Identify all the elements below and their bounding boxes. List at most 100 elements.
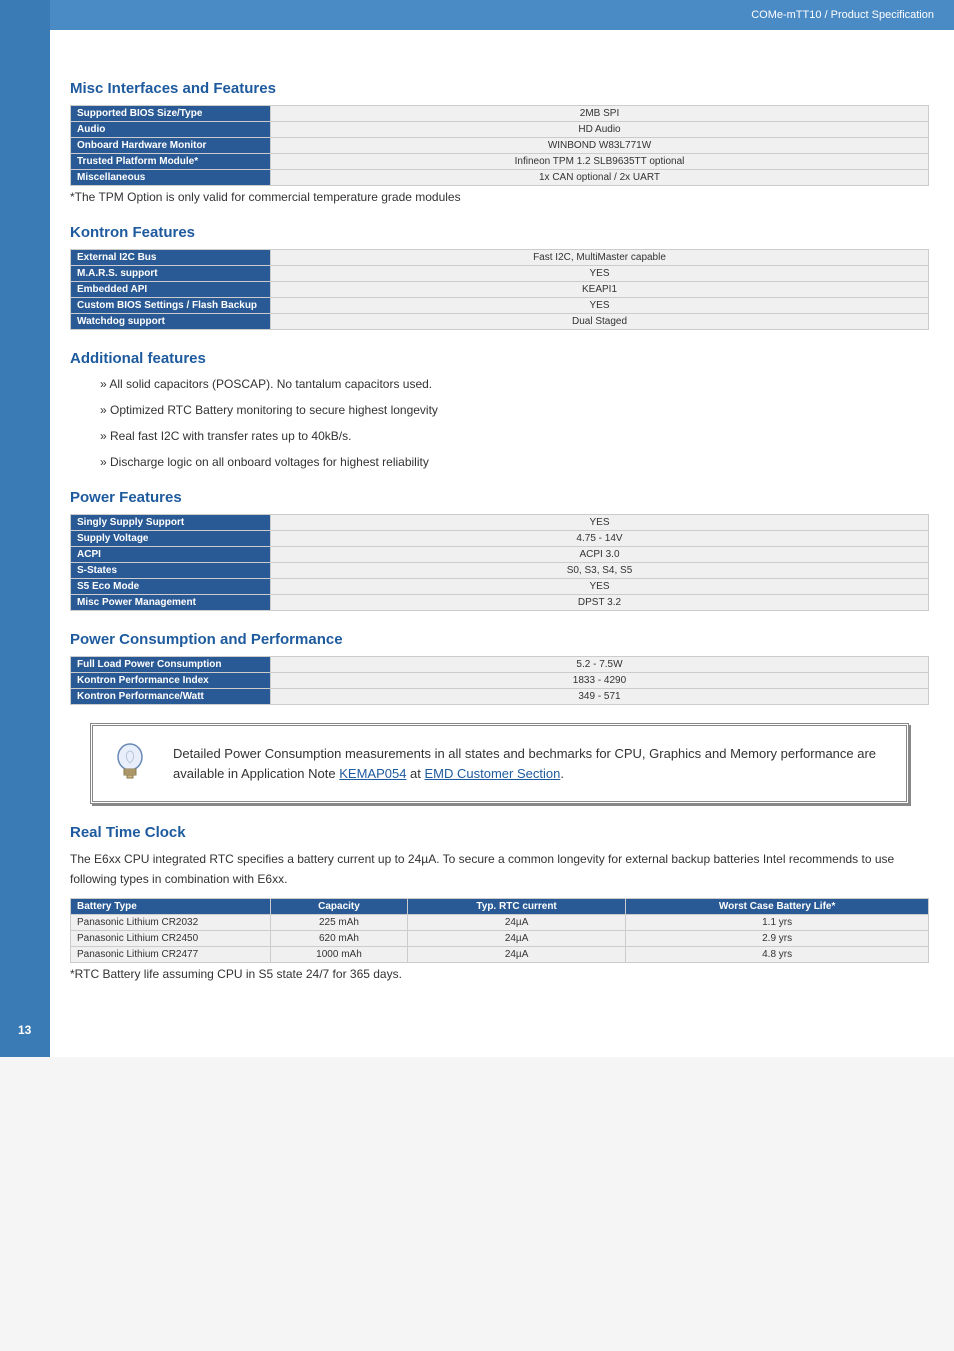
row-value: S0, S3, S4, S5 (271, 563, 929, 579)
cell: 1000 mAh (271, 946, 408, 962)
row-label: Supply Voltage (71, 531, 271, 547)
table-row: ACPIACPI 3.0 (71, 547, 929, 563)
cell: Panasonic Lithium CR2032 (71, 914, 271, 930)
row-value: ACPI 3.0 (271, 547, 929, 563)
cell: 24µA (407, 914, 625, 930)
cell: 1.1 yrs (626, 914, 929, 930)
row-label: Miscellaneous (71, 170, 271, 186)
header-bar: COMe-mTT10 / Product Specification (0, 0, 954, 30)
list-item: » All solid capacitors (POSCAP). No tant… (100, 377, 929, 391)
note-misc: *The TPM Option is only valid for commer… (70, 190, 929, 204)
page-number: 13 (18, 1023, 31, 1037)
table-row: AudioHD Audio (71, 122, 929, 138)
table-row: Onboard Hardware MonitorWINBOND W83L771W (71, 138, 929, 154)
row-label: S5 Eco Mode (71, 579, 271, 595)
row-value: HD Audio (271, 122, 929, 138)
table-consumption: Full Load Power Consumption5.2 - 7.5W Ko… (70, 656, 929, 705)
row-label: S-States (71, 563, 271, 579)
info-box: Detailed Power Consumption measurements … (90, 723, 909, 804)
row-value: Fast I2C, MultiMaster capable (271, 250, 929, 266)
content: Misc Interfaces and Features Supported B… (70, 30, 929, 1057)
table-row: External I2C BusFast I2C, MultiMaster ca… (71, 250, 929, 266)
row-label: Singly Supply Support (71, 515, 271, 531)
table-row: Singly Supply SupportYES (71, 515, 929, 531)
cell: 24µA (407, 946, 625, 962)
link-emd-customer[interactable]: EMD Customer Section (425, 766, 561, 781)
row-label: Misc Power Management (71, 595, 271, 611)
info-text-post: . (560, 766, 564, 781)
table-row: Miscellaneous1x CAN optional / 2x UART (71, 170, 929, 186)
row-label: Trusted Platform Module* (71, 154, 271, 170)
cell: 225 mAh (271, 914, 408, 930)
row-value: YES (271, 298, 929, 314)
table-row: Custom BIOS Settings / Flash BackupYES (71, 298, 929, 314)
header-title: COMe-mTT10 / Product Specification (751, 9, 934, 21)
table-row: Embedded APIKEAPI1 (71, 282, 929, 298)
heading-power: Power Features (70, 489, 929, 506)
row-label: Kontron Performance Index (71, 673, 271, 689)
heading-misc: Misc Interfaces and Features (70, 80, 929, 97)
table-kontron: External I2C BusFast I2C, MultiMaster ca… (70, 249, 929, 330)
row-value: YES (271, 579, 929, 595)
table-row: S5 Eco ModeYES (71, 579, 929, 595)
row-value: 1x CAN optional / 2x UART (271, 170, 929, 186)
row-value: Infineon TPM 1.2 SLB9635TT optional (271, 154, 929, 170)
col-header: Capacity (271, 898, 408, 914)
row-label: Kontron Performance/Watt (71, 689, 271, 705)
table-row: M.A.R.S. supportYES (71, 266, 929, 282)
bullet-list: » All solid capacitors (POSCAP). No tant… (100, 377, 929, 469)
table-header-row: Battery Type Capacity Typ. RTC current W… (71, 898, 929, 914)
table-row: Watchdog supportDual Staged (71, 314, 929, 330)
page: COMe-mTT10 / Product Specification 13 Mi… (0, 0, 954, 1057)
cell: Panasonic Lithium CR2450 (71, 930, 271, 946)
table-row: Kontron Performance/Watt349 - 571 (71, 689, 929, 705)
table-row: Panasonic Lithium CR2032225 mAh24µA1.1 y… (71, 914, 929, 930)
cell: 620 mAh (271, 930, 408, 946)
row-label: M.A.R.S. support (71, 266, 271, 282)
table-row: Supported BIOS Size/Type2MB SPI (71, 106, 929, 122)
row-value: 5.2 - 7.5W (271, 657, 929, 673)
rtc-paragraph: The E6xx CPU integrated RTC specifies a … (70, 849, 929, 890)
row-label: Embedded API (71, 282, 271, 298)
list-item: » Discharge logic on all onboard voltage… (100, 455, 929, 469)
row-value: KEAPI1 (271, 282, 929, 298)
row-value: 1833 - 4290 (271, 673, 929, 689)
info-text-mid: at (406, 766, 424, 781)
table-power: Singly Supply SupportYES Supply Voltage4… (70, 514, 929, 611)
heading-kontron: Kontron Features (70, 224, 929, 241)
row-label: Custom BIOS Settings / Flash Backup (71, 298, 271, 314)
col-header: Typ. RTC current (407, 898, 625, 914)
note-rtc: *RTC Battery life assuming CPU in S5 sta… (70, 967, 929, 981)
table-misc: Supported BIOS Size/Type2MB SPI AudioHD … (70, 105, 929, 186)
sidebar-accent (0, 0, 50, 1057)
list-item: » Real fast I2C with transfer rates up t… (100, 429, 929, 443)
table-row: Trusted Platform Module*Infineon TPM 1.2… (71, 154, 929, 170)
lightbulb-icon (113, 743, 147, 785)
row-label: Full Load Power Consumption (71, 657, 271, 673)
table-row: Panasonic Lithium CR24771000 mAh24µA4.8 … (71, 946, 929, 962)
cell: Panasonic Lithium CR2477 (71, 946, 271, 962)
col-header: Battery Type (71, 898, 271, 914)
row-value: WINBOND W83L771W (271, 138, 929, 154)
heading-additional: Additional features (70, 350, 929, 367)
row-label: Supported BIOS Size/Type (71, 106, 271, 122)
table-row: S-StatesS0, S3, S4, S5 (71, 563, 929, 579)
cell: 2.9 yrs (626, 930, 929, 946)
row-value: DPST 3.2 (271, 595, 929, 611)
row-label: ACPI (71, 547, 271, 563)
table-battery: Battery Type Capacity Typ. RTC current W… (70, 898, 929, 963)
col-header: Worst Case Battery Life* (626, 898, 929, 914)
row-value: 4.75 - 14V (271, 531, 929, 547)
heading-consumption: Power Consumption and Performance (70, 631, 929, 648)
row-label: Watchdog support (71, 314, 271, 330)
row-label: Onboard Hardware Monitor (71, 138, 271, 154)
table-row: Supply Voltage4.75 - 14V (71, 531, 929, 547)
cell: 24µA (407, 930, 625, 946)
row-value: YES (271, 266, 929, 282)
table-row: Full Load Power Consumption5.2 - 7.5W (71, 657, 929, 673)
cell: 4.8 yrs (626, 946, 929, 962)
table-row: Misc Power ManagementDPST 3.2 (71, 595, 929, 611)
row-value: 349 - 571 (271, 689, 929, 705)
link-kemap054[interactable]: KEMAP054 (339, 766, 406, 781)
row-value: YES (271, 515, 929, 531)
